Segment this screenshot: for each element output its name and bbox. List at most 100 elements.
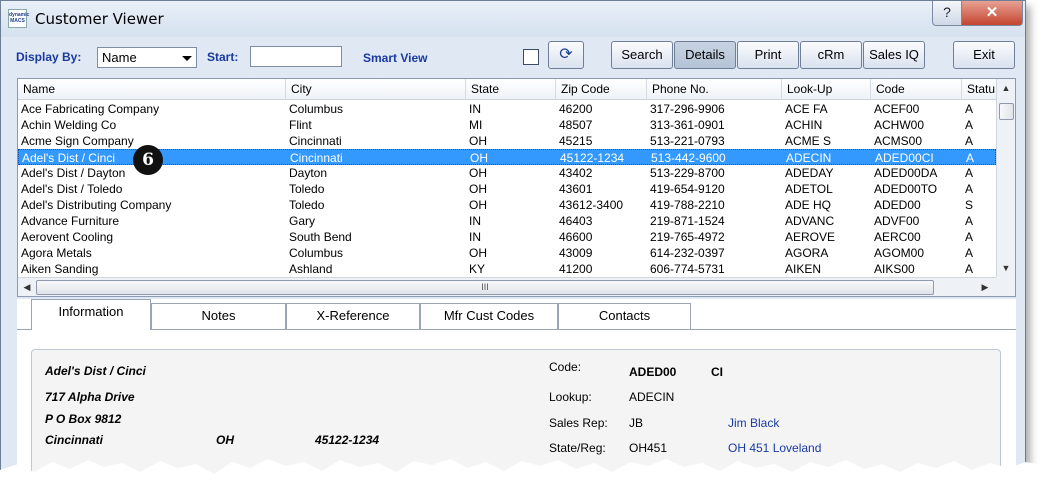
table-row[interactable]: Aiken Sanding Ashland KY 41200 606-774-5731 A… [18, 261, 996, 277]
search-button[interactable]: Search [611, 41, 673, 69]
start-input[interactable] [250, 46, 342, 67]
cell-zip: 46600 [559, 230, 593, 244]
refresh-button[interactable]: ⟳ [548, 41, 584, 69]
scroll-right-icon[interactable]: ▶ [978, 280, 992, 294]
tab-x-reference[interactable]: X-Reference [286, 303, 420, 329]
address-zip: 45122-1234 [315, 433, 380, 447]
cell-phone: 219-871-1524 [650, 214, 725, 228]
details-button[interactable]: Details [674, 41, 736, 69]
close-button[interactable]: ✕ [961, 1, 1023, 26]
cell-lookup: ADE HQ [785, 198, 832, 212]
vertical-scrollbar[interactable]: ▲ ▼ [996, 79, 1015, 277]
cell-lookup: ADVANC [785, 214, 835, 228]
cell-code: AGOM00 [874, 246, 925, 260]
display-by-value: Name [102, 50, 137, 65]
crm-button[interactable]: cRm [800, 41, 862, 69]
scroll-left-icon[interactable]: ◀ [20, 280, 34, 294]
cell-state: IN [469, 102, 481, 116]
table-row[interactable]: Advance Furniture Gary IN 46403 219-871-1524… [18, 213, 996, 229]
column-header[interactable]: Statu [962, 79, 996, 100]
table-row[interactable]: Acme Sign Company Cincinnati OH 45215 513-22… [18, 133, 996, 149]
cell-lookup: ACME S [785, 134, 832, 148]
customer-viewer-window: dynamic MACS Customer Viewer ? ✕ Display… [0, 0, 1026, 480]
sales-rep-name-link[interactable]: Jim Black [728, 416, 779, 430]
tab-mfr-cust-codes[interactable]: Mfr Cust Codes [420, 303, 558, 329]
smart-view-checkbox[interactable] [523, 49, 539, 65]
cell-phone: 513-221-0793 [650, 134, 725, 148]
cell-city: Gary [289, 214, 316, 228]
cell-lookup: ACE FA [785, 102, 828, 116]
code-suffix: CI [711, 365, 723, 379]
cell-lookup: AIKEN [785, 262, 822, 276]
cell-city: Toledo [289, 182, 325, 196]
scroll-corner [996, 277, 1015, 296]
column-header[interactable]: State [466, 79, 556, 100]
cell-name: Advance Furniture [21, 214, 120, 228]
cell-state: KY [469, 262, 486, 276]
cell-name: Agora Metals [21, 246, 92, 260]
cell-name: Ace Fabricating Company [21, 102, 160, 116]
vertical-scroll-thumb[interactable] [999, 103, 1014, 120]
sales-iq-button[interactable]: Sales IQ [863, 41, 925, 69]
cell-state: OH [469, 182, 487, 196]
cell-state: OH [469, 198, 487, 212]
table-row[interactable]: Ace Fabricating Company Columbus IN 46200 31… [18, 101, 996, 117]
cell-code: ADED00 [874, 198, 921, 212]
cell-phone: 614-232-0397 [650, 246, 725, 260]
refresh-icon: ⟳ [559, 46, 573, 63]
address-state: OH [216, 433, 234, 447]
help-button[interactable]: ? [932, 1, 962, 26]
cell-code: ACHW00 [874, 118, 925, 132]
cell-phone: 606-774-5731 [650, 262, 725, 276]
column-header[interactable]: Zip Code [556, 79, 647, 100]
cell-status: A [965, 166, 974, 180]
cell-name: Adel's Dist / Toledo [21, 182, 123, 196]
column-header[interactable]: Code [871, 79, 962, 100]
column-header[interactable]: Phone No. [647, 79, 782, 100]
table-row[interactable]: Adel's Distributing Company Toledo OH 43612… [18, 197, 996, 213]
tab-information[interactable]: Information [31, 299, 151, 330]
exit-button[interactable]: Exit [953, 41, 1015, 69]
column-header[interactable]: City [286, 79, 466, 100]
cell-code: ADVF00 [874, 214, 920, 228]
table-row[interactable]: Adel's Dist / Cinci Cincinnati OH 45122-123… [18, 149, 996, 165]
cell-state: OH [469, 246, 487, 260]
cell-zip: 46200 [559, 102, 593, 116]
horizontal-scroll-thumb[interactable]: III [36, 280, 934, 295]
tab-contacts[interactable]: Contacts [558, 303, 691, 329]
scroll-down-icon[interactable]: ▼ [997, 261, 1015, 275]
table-row[interactable]: Achin Welding Co Flint MI 48507 313-361-0901… [18, 117, 996, 133]
horizontal-scrollbar[interactable]: ◀ III ▶ [18, 277, 996, 296]
app-logo-icon: dynamic MACS [8, 9, 29, 28]
smart-view-link[interactable]: Smart View [363, 51, 427, 65]
cell-zip: 43612-3400 [559, 198, 624, 212]
cell-lookup: ADETOL [785, 182, 833, 196]
start-label: Start: [207, 50, 239, 64]
title-bar: dynamic MACS Customer Viewer ? ✕ [1, 1, 1025, 37]
cell-status: A [965, 230, 974, 244]
cell-code: AERC00 [874, 230, 921, 244]
column-header[interactable]: Name [18, 79, 286, 100]
customer-name: Adel's Dist / Cinci [45, 364, 146, 378]
code-value: ADED00 [629, 365, 677, 379]
tab-divider [17, 329, 1016, 330]
table-row[interactable]: Adel's Dist / Toledo Toledo OH 43601 419-654… [18, 181, 996, 197]
table-row[interactable]: Aerovent Cooling South Bend IN 46600 219-765… [18, 229, 996, 245]
cell-state: OH [470, 151, 488, 165]
cell-phone: 419-654-9120 [650, 182, 725, 196]
display-by-select[interactable]: Name [97, 47, 197, 68]
display-by-label: Display By: [16, 50, 82, 64]
cell-name: Adel's Distributing Company [21, 198, 172, 212]
table-row[interactable]: Agora Metals Columbus OH 43009 614-232-0397 A… [18, 245, 996, 261]
table-row[interactable]: Adel's Dist / Dayton Dayton OH 43402 513-229… [18, 165, 996, 181]
cell-zip: 46403 [559, 214, 593, 228]
cell-phone: 219-765-4972 [650, 230, 725, 244]
print-button[interactable]: Print [737, 41, 799, 69]
cell-city: Flint [289, 118, 312, 132]
cell-state: MI [469, 118, 483, 132]
cell-name: Achin Welding Co [21, 118, 117, 132]
cell-phone: 419-788-2210 [650, 198, 725, 212]
column-header[interactable]: Look-Up [782, 79, 871, 100]
scroll-up-icon[interactable]: ▲ [997, 81, 1015, 95]
tab-notes[interactable]: Notes [151, 303, 286, 329]
